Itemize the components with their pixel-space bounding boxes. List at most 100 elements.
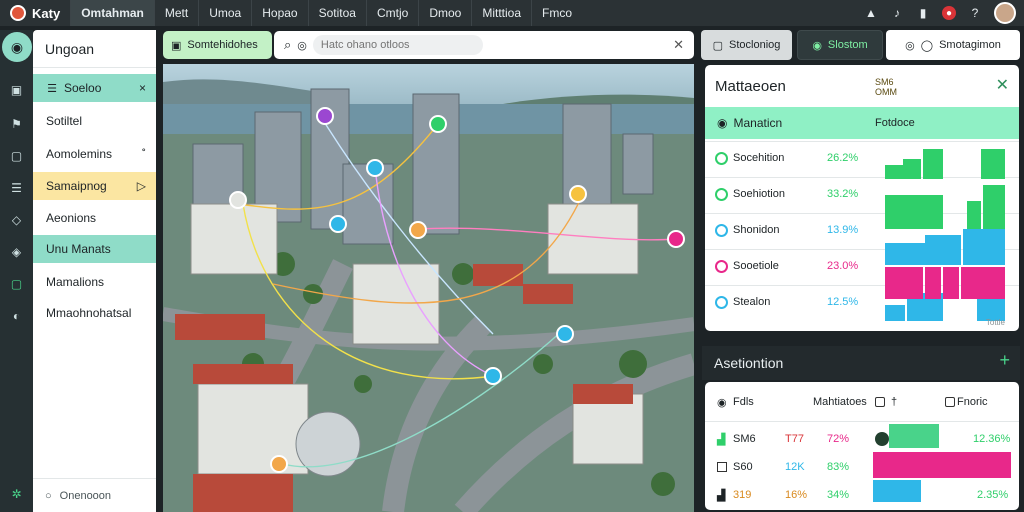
bell-icon[interactable]: ♪ — [890, 6, 904, 20]
column-header: † — [891, 396, 898, 408]
close-icon[interactable]: ✕ — [673, 37, 684, 53]
menu-item-3[interactable]: Umoa — [198, 0, 251, 26]
close-icon[interactable]: ✕ — [996, 75, 1009, 95]
lower-table-header: ◉ Fdls Mahtiatoes † Fnoric — [705, 382, 1019, 422]
analysis-row-pct: 13.9% — [827, 224, 859, 236]
analysis-badge: SM6 OMM — [875, 77, 901, 97]
table-cell: 12K — [785, 461, 805, 473]
notification-icon[interactable]: ● — [942, 6, 956, 20]
search-bar: ⌕ ◎ ✕ — [274, 31, 694, 59]
table-cell: 2.35% — [977, 489, 1009, 501]
row-checkbox[interactable] — [717, 462, 727, 472]
settings-icon[interactable]: ✲ — [9, 486, 24, 501]
menu-item-1[interactable]: Omtahman — [70, 0, 154, 26]
globe-icon[interactable]: ◉ — [2, 32, 32, 62]
sidebar-item-label: Aeonions — [46, 211, 97, 225]
sidebar-item-4[interactable]: Samaipnog ▷ — [33, 172, 156, 200]
pin-icon[interactable]: ◐ — [9, 308, 24, 323]
table-row[interactable]: S60 12K 83% — [705, 452, 1019, 482]
sidebar-item-label: Mamalions — [46, 275, 105, 289]
header-checkbox[interactable] — [875, 397, 885, 407]
list-icon[interactable]: ☰ — [9, 180, 24, 195]
tag-icon[interactable]: ◇ — [9, 212, 24, 227]
analysis-bars — [885, 149, 1005, 321]
shield-icon[interactable]: ◈ — [9, 244, 24, 259]
sidebar-item-label: Soeloo — [64, 81, 102, 95]
help-icon[interactable]: ? — [968, 6, 982, 20]
chat-icon[interactable]: ▲ — [864, 6, 878, 20]
sidebar-item-2[interactable]: Sotiltel — [33, 107, 156, 135]
dot-icon: ˚ — [142, 147, 146, 161]
lower-panel: ◉ Fdls Mahtiatoes † Fnoric ▟ SM6 T77 72%… — [705, 382, 1019, 510]
search-icon: ○ — [45, 489, 52, 502]
analysis-panel-header: Mattaeoen SM6 OMM ✕ — [705, 65, 1019, 107]
filter-pill[interactable]: ▣ Somtehidohes — [163, 31, 272, 59]
analysis-row-pct: 12.5% — [827, 296, 859, 308]
avatar[interactable] — [994, 2, 1016, 24]
status-dot-icon — [715, 296, 728, 309]
menu-item-6[interactable]: Cmtjo — [365, 0, 418, 26]
menu-item-9[interactable]: Fmco — [531, 0, 582, 26]
analysis-row-pct: 33.2% — [827, 188, 859, 200]
progress-bar — [873, 452, 1011, 478]
header-checkbox[interactable] — [945, 397, 955, 407]
table-cell: S60 — [733, 461, 753, 473]
table-row[interactable]: ▟ 319 16% 34% 2.35% — [705, 480, 1019, 510]
analysis-row-name: Sooetiole — [733, 260, 779, 272]
menu-item-7[interactable]: Dmoo — [418, 0, 471, 26]
sidebar-footer-label: Onenooon — [59, 489, 112, 502]
sidebar-item-1[interactable]: ☰ Soeloo × — [33, 74, 156, 102]
sidebar-item-8[interactable]: Mmaohnohatsal — [33, 299, 156, 327]
eye-icon: ◎ — [905, 39, 915, 52]
flag-icon[interactable]: ⚑ — [9, 116, 24, 131]
toolbar-button-3[interactable]: ◎ ◯ Smotagimon — [886, 30, 1020, 60]
sidebar-item-7[interactable]: Mamalions — [33, 268, 156, 296]
app-name: Katy — [32, 5, 61, 21]
search-icon: ⌕ — [284, 37, 292, 52]
sidebar-footer[interactable]: ○ Onenooon — [33, 478, 156, 512]
list-icon: ☰ — [47, 82, 57, 95]
analysis-title: Mattaeoen — [715, 77, 786, 95]
table-cell: 319 — [733, 489, 752, 501]
analysis-row-name: Soehiotion — [733, 188, 785, 200]
table-row[interactable]: ▟ SM6 T77 72% 12.36% — [705, 424, 1019, 454]
sidebar-title: Ungoan — [33, 30, 156, 68]
sidebar-item-3[interactable]: Aomolemins ˚ — [33, 140, 156, 168]
menu-item-4[interactable]: Hopao — [251, 0, 307, 26]
progress-bar — [889, 424, 939, 448]
column-header: Fnoric — [957, 396, 988, 408]
chat-bubble-icon[interactable]: ▢ — [9, 276, 24, 291]
sidebar-item-6[interactable]: Unu Manats — [33, 235, 156, 263]
analysis-sub-label: Manaticn — [733, 116, 783, 130]
play-icon[interactable]: ▷ — [137, 179, 146, 193]
sidebar: Ungoan ☰ Soeloo × Sotiltel Aomolemins ˚ … — [33, 30, 156, 512]
search-input[interactable] — [312, 35, 483, 55]
eye-icon: ◉ — [717, 397, 727, 409]
toolbar-button-2[interactable]: ◉ Slostom — [797, 30, 883, 60]
mic-icon[interactable]: ▮ — [916, 6, 930, 20]
sidebar-item-5[interactable]: Aeonions — [33, 204, 156, 232]
column-header: Mahtiatoes — [813, 396, 867, 408]
table-cell: 16% — [785, 489, 808, 501]
analysis-footnote: Tottle — [985, 318, 1005, 327]
menu-item-5[interactable]: Sotitoa — [307, 0, 366, 26]
status-dot-icon — [715, 224, 728, 237]
add-icon[interactable]: + — [999, 350, 1010, 371]
box-icon[interactable]: ▢ — [9, 148, 24, 163]
toolbar-button-3-label: Smotagimon — [939, 39, 1001, 51]
toolbar-button-1[interactable]: ▢ Stocloniog — [701, 30, 792, 60]
bar-group-pink — [885, 267, 1005, 299]
close-icon[interactable]: × — [139, 81, 146, 95]
layers-icon[interactable]: ▣ — [9, 82, 24, 97]
camera-icon[interactable]: ◎ — [297, 39, 307, 52]
column-header: Fdls — [733, 396, 754, 408]
window-icon: ▢ — [712, 39, 724, 52]
main-menu: Omtahman Mett Umoa Hopao Sotitoa Cmtjo D… — [70, 0, 582, 26]
menu-item-2[interactable]: Mett — [153, 0, 198, 26]
menu-item-8[interactable]: Mitttioa — [471, 0, 531, 26]
app-logo[interactable]: Katy — [0, 0, 70, 26]
city-map[interactable] — [163, 64, 694, 512]
status-icon — [875, 432, 889, 446]
sidebar-item-label: Unu Manats — [46, 242, 111, 256]
status-dot-icon — [715, 152, 728, 165]
